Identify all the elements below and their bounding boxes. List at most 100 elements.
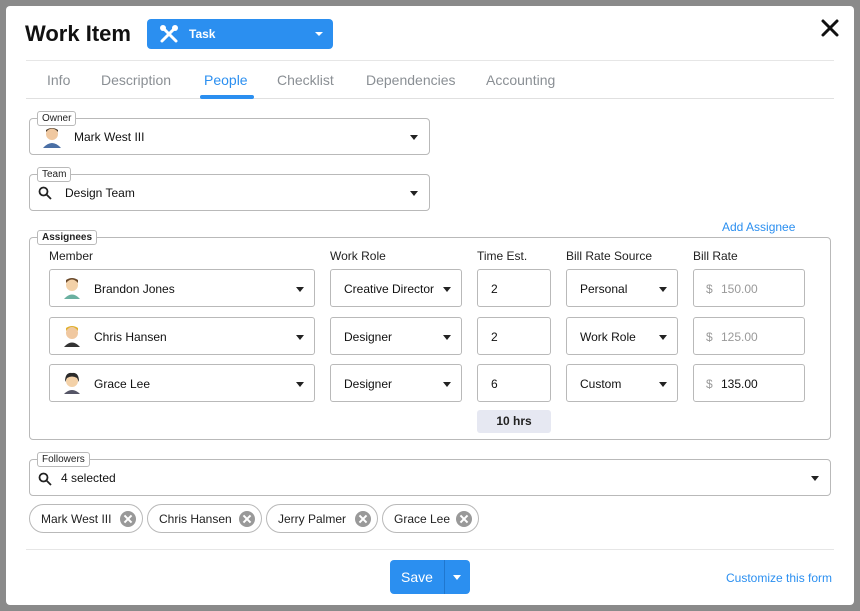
chevron-down-icon <box>410 191 418 196</box>
tab-info[interactable]: Info <box>47 72 70 88</box>
bill-rate-value: 135.00 <box>721 377 758 391</box>
team-value: Design Team <box>65 186 135 200</box>
avatar <box>43 128 61 148</box>
follower-chip: Grace Lee <box>382 504 479 533</box>
time-est-input[interactable]: 6 <box>477 364 551 402</box>
chevron-down-icon <box>296 382 304 387</box>
chevron-down-icon <box>659 287 667 292</box>
followers-legend: Followers <box>37 452 90 467</box>
search-icon <box>38 472 52 486</box>
tab-checklist[interactable]: Checklist <box>277 72 334 88</box>
chevron-down-icon <box>811 476 819 481</box>
chevron-down-icon <box>443 335 451 340</box>
column-header-member: Member <box>49 249 94 263</box>
avatar <box>64 278 80 299</box>
time-est-value: 2 <box>491 282 498 296</box>
member-name: Chris Hansen <box>94 330 167 344</box>
time-est-input[interactable]: 2 <box>477 269 551 307</box>
followers-value: 4 selected <box>61 471 116 485</box>
assignees-legend: Assignees <box>37 230 98 245</box>
bill-rate-source-value: Custom <box>580 377 622 391</box>
type-select-label: Task <box>189 27 216 41</box>
bill-rate-input[interactable]: $ 135.00 <box>693 364 805 402</box>
member-select[interactable]: Grace Lee <box>49 364 315 402</box>
avatar <box>64 372 80 394</box>
chevron-down-icon <box>443 382 451 387</box>
time-total-badge: 10 hrs <box>477 410 551 433</box>
bill-rate-source-select[interactable]: Custom <box>566 364 678 402</box>
time-est-value: 6 <box>491 377 498 391</box>
chevron-down-icon <box>410 135 418 140</box>
save-button-label: Save <box>401 569 433 585</box>
time-est-input[interactable]: 2 <box>477 317 551 355</box>
owner-select[interactable]: Owner Mark West III <box>29 111 430 155</box>
follower-chip-label: Grace Lee <box>394 512 451 526</box>
bill-rate-source-select[interactable]: Work Role <box>566 317 678 355</box>
tab-dependencies[interactable]: Dependencies <box>366 72 456 88</box>
footer-divider <box>26 549 834 550</box>
follower-chip-label: Chris Hansen <box>159 512 232 526</box>
work-item-modal: Work Item Task Info Description People C… <box>6 6 854 605</box>
follower-chip-label: Mark West III <box>41 512 112 526</box>
add-assignee-link[interactable]: Add Assignee <box>722 220 795 234</box>
work-role-value: Designer <box>344 377 393 391</box>
follower-chip-label: Jerry Palmer <box>278 512 347 526</box>
close-icon[interactable] <box>820 18 840 38</box>
save-button[interactable]: Save <box>390 560 470 594</box>
column-header-bill-rate: Bill Rate <box>693 249 738 263</box>
tab-bar: Info Description People Checklist Depend… <box>26 60 834 99</box>
active-tab-indicator <box>200 95 254 99</box>
column-header-work-role: Work Role <box>330 249 386 263</box>
chevron-down-icon <box>659 382 667 387</box>
work-role-select[interactable]: Creative Director <box>330 269 462 307</box>
tab-description[interactable]: Description <box>101 72 171 88</box>
tab-people[interactable]: People <box>204 72 248 88</box>
member-name: Brandon Jones <box>94 282 175 296</box>
bill-rate-value: 150.00 <box>721 282 758 296</box>
column-header-time-est: Time Est. <box>477 249 528 263</box>
work-role-select[interactable]: Designer <box>330 364 462 402</box>
remove-chip-icon[interactable] <box>120 511 136 527</box>
work-role-select[interactable]: Designer <box>330 317 462 355</box>
follower-chip: Mark West III <box>29 504 143 533</box>
bill-rate-input[interactable]: $ 150.00 <box>693 269 805 307</box>
page-title: Work Item <box>25 21 131 46</box>
team-select[interactable]: Team Design Team <box>29 167 430 211</box>
chevron-down-icon <box>659 335 667 340</box>
avatar <box>64 326 80 347</box>
bill-rate-value: 125.00 <box>721 330 758 344</box>
follower-chip: Chris Hansen <box>147 504 262 533</box>
search-icon <box>38 186 52 200</box>
currency-symbol: $ <box>706 330 713 344</box>
customize-form-link[interactable]: Customize this form <box>726 571 832 585</box>
work-role-value: Designer <box>344 330 393 344</box>
member-select[interactable]: Brandon Jones <box>49 269 315 307</box>
tools-icon <box>160 25 178 43</box>
team-legend: Team <box>37 167 72 182</box>
owner-value: Mark West III <box>74 130 145 144</box>
assignees-panel: Assignees Member Work Role Time Est. Bil… <box>29 230 831 440</box>
column-header-bill-rate-source: Bill Rate Source <box>566 249 653 263</box>
save-button-divider <box>444 560 445 594</box>
remove-chip-icon[interactable] <box>239 511 255 527</box>
bill-rate-input[interactable]: $ 125.00 <box>693 317 805 355</box>
chevron-down-icon[interactable] <box>453 575 461 580</box>
work-role-value: Creative Director <box>344 282 435 296</box>
remove-chip-icon[interactable] <box>355 511 371 527</box>
member-select[interactable]: Chris Hansen <box>49 317 315 355</box>
tab-accounting[interactable]: Accounting <box>486 72 555 88</box>
currency-symbol: $ <box>706 282 713 296</box>
chevron-down-icon <box>443 287 451 292</box>
bill-rate-source-select[interactable]: Personal <box>566 269 678 307</box>
owner-legend: Owner <box>37 111 77 126</box>
type-select[interactable]: Task <box>147 19 333 49</box>
bill-rate-source-value: Personal <box>580 282 628 296</box>
remove-chip-icon[interactable] <box>456 511 472 527</box>
time-est-value: 2 <box>491 330 498 344</box>
member-name: Grace Lee <box>94 377 151 391</box>
chevron-down-icon <box>315 32 323 36</box>
follower-chip: Jerry Palmer <box>266 504 378 533</box>
followers-select[interactable]: Followers 4 selected <box>29 452 831 496</box>
chevron-down-icon <box>296 287 304 292</box>
currency-symbol: $ <box>706 377 713 391</box>
